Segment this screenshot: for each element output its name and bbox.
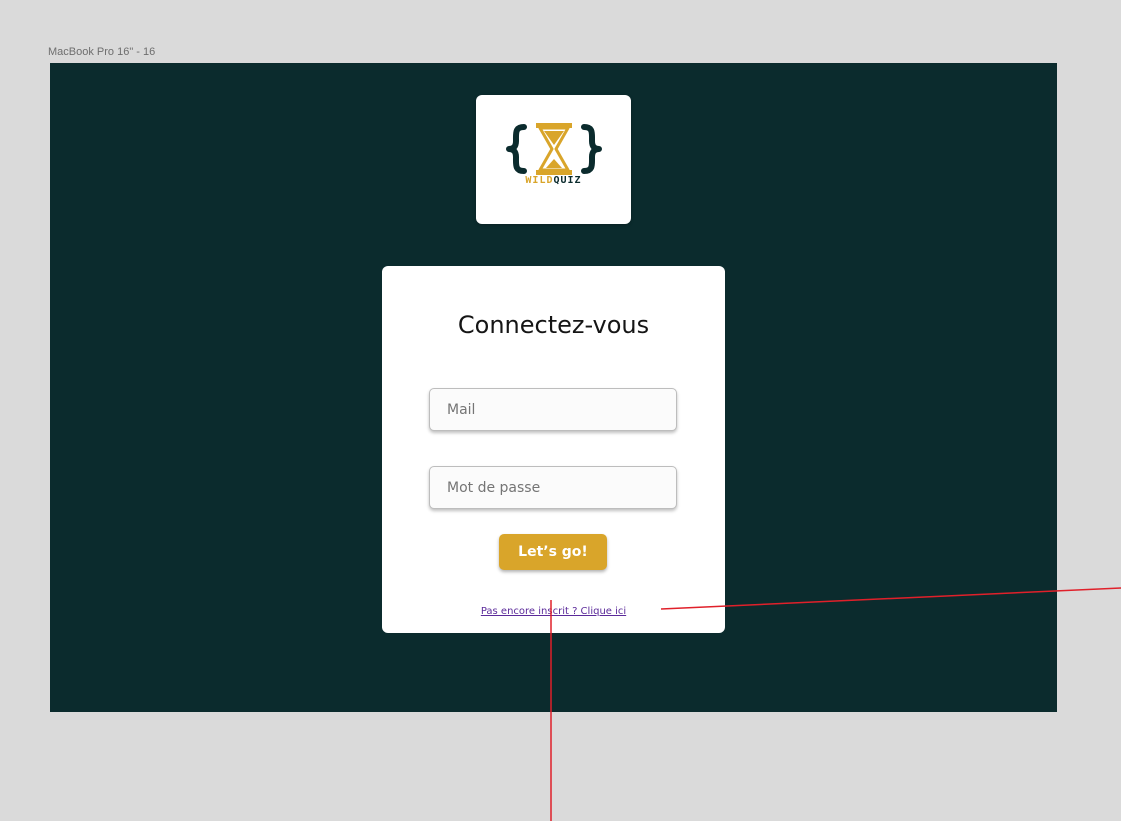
signup-link[interactable]: Pas encore inscrit ? Clique ici [382, 606, 725, 617]
logo-card: WILDQUIZ [476, 95, 631, 224]
login-title: Connectez-vous [457, 311, 650, 339]
brand-name-part1: WILD [525, 175, 554, 186]
login-card: Connectez-vous Let’s go! Pas encore insc… [382, 266, 725, 633]
brand-name-part2: QUIZ [553, 175, 582, 186]
submit-button[interactable]: Let’s go! [499, 534, 607, 570]
artboard-label: MacBook Pro 16" - 16 [48, 46, 156, 58]
brand-name: WILDQUIZ [476, 175, 631, 186]
password-input[interactable] [429, 466, 677, 509]
mail-input[interactable] [429, 388, 677, 431]
hourglass-braces-icon [506, 123, 602, 175]
artboard-frame: WILDQUIZ Connectez-vous Let’s go! Pas en… [50, 63, 1057, 712]
